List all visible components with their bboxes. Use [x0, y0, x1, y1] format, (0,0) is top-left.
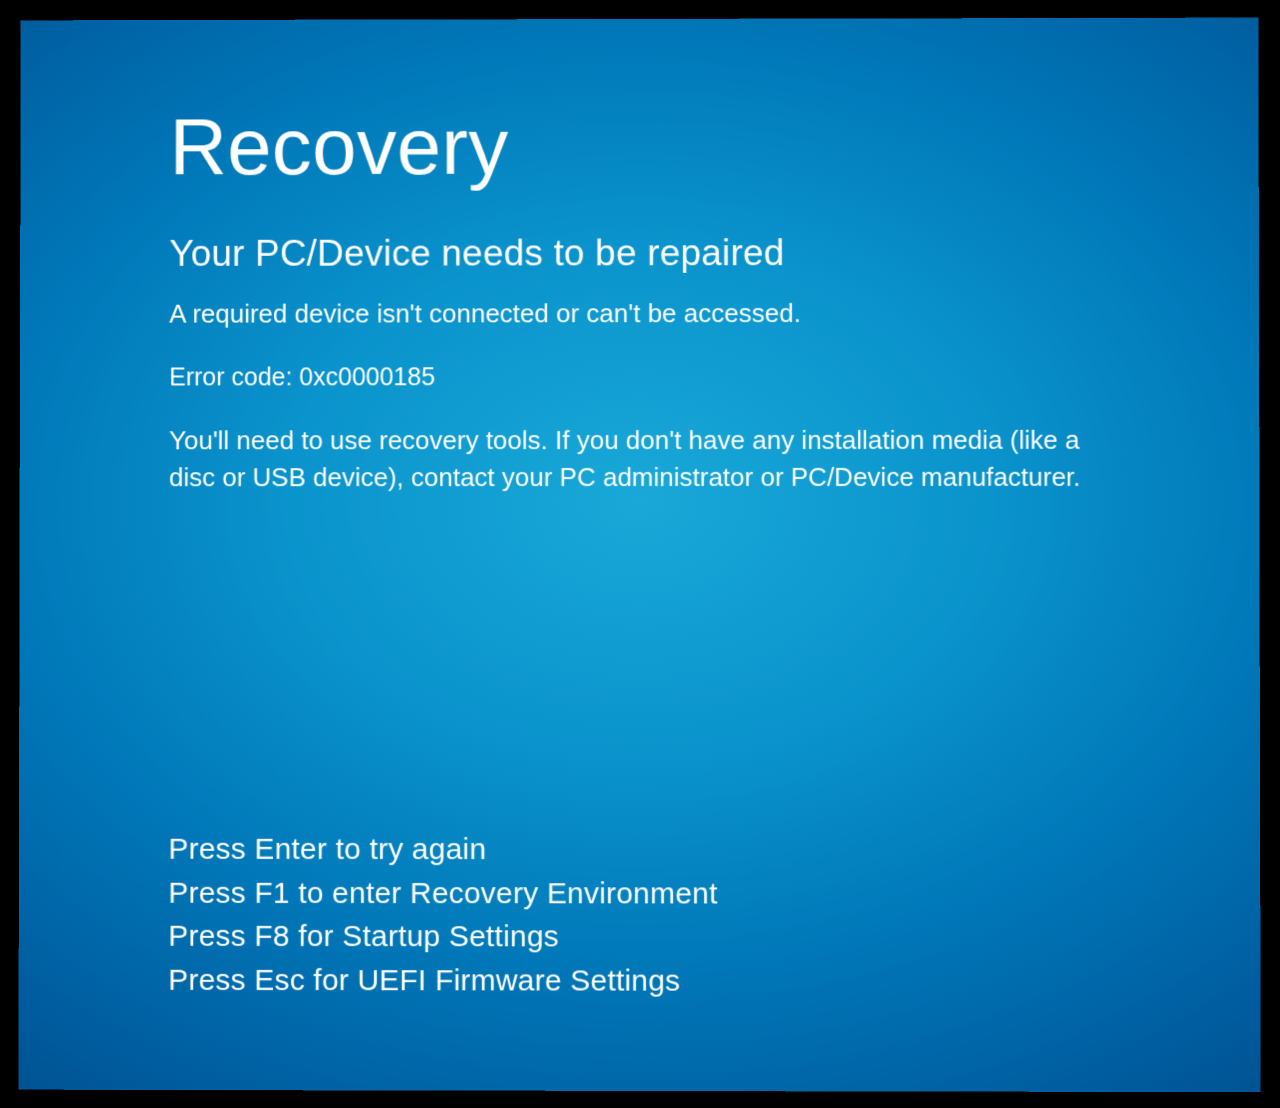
keyboard-options: Press Enter to try again Press F1 to ent… [168, 828, 717, 1003]
option-enter-retry[interactable]: Press Enter to try again [168, 828, 717, 872]
error-code: Error code: 0xc0000185 [169, 363, 1149, 393]
recovery-instruction: You'll need to use recovery tools. If yo… [169, 422, 1109, 496]
error-description: A required device isn't connected or can… [169, 296, 1148, 332]
recovery-title: Recovery [169, 100, 1148, 193]
option-f1-recovery-environment[interactable]: Press F1 to enter Recovery Environment [168, 871, 717, 915]
recovery-subtitle: Your PC/Device needs to be repaired [169, 232, 1148, 275]
option-f8-startup-settings[interactable]: Press F8 for Startup Settings [168, 915, 717, 959]
option-esc-uefi-firmware[interactable]: Press Esc for UEFI Firmware Settings [168, 958, 717, 1002]
recovery-screen: Recovery Your PC/Device needs to be repa… [18, 18, 1260, 1093]
